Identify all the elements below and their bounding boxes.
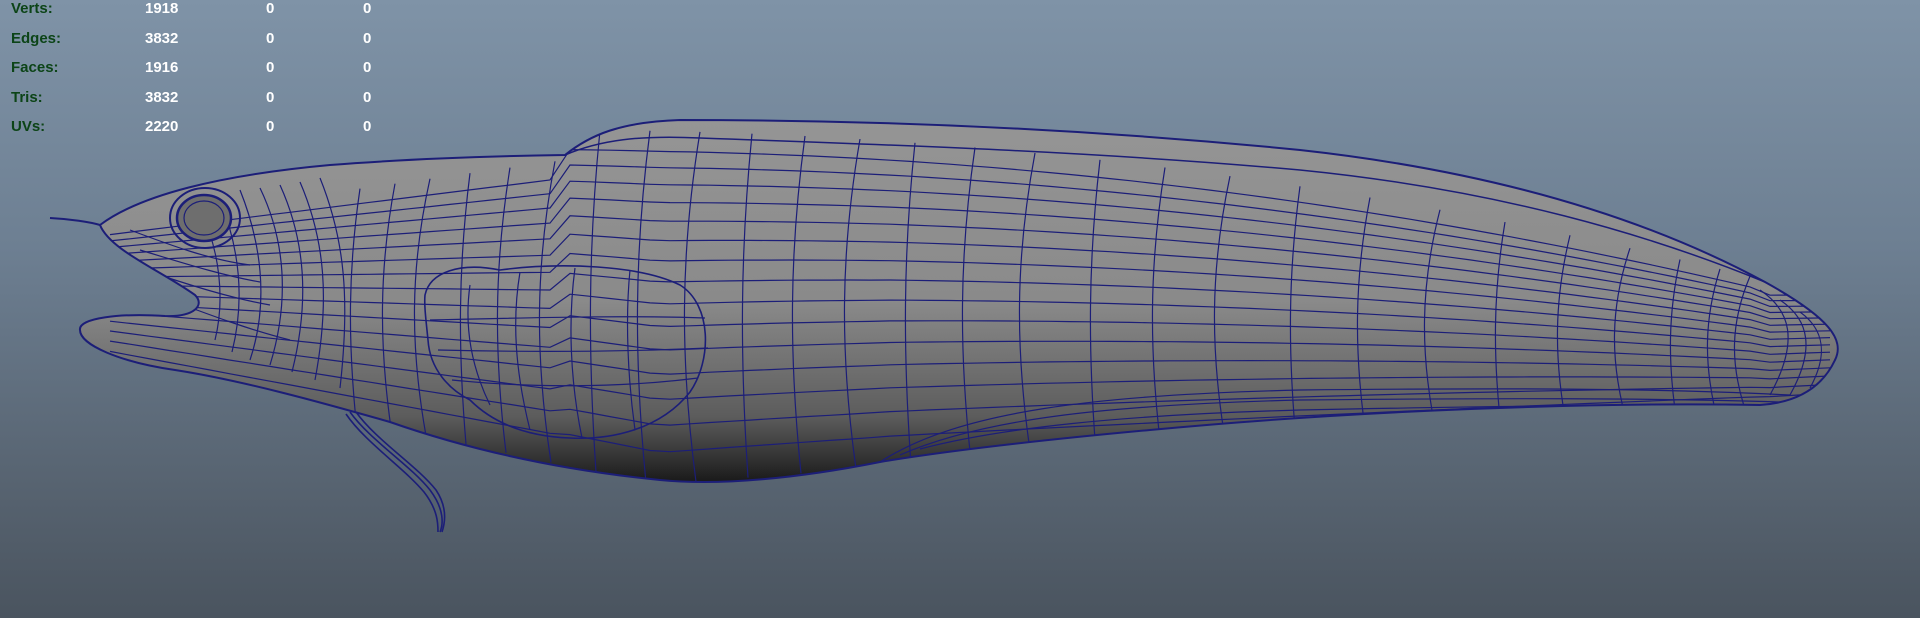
stat-value-object: 1918 [145, 0, 179, 17]
stat-row-faces: Faces: 1916 0 0 [11, 59, 431, 89]
stat-value-selection: 0 [266, 59, 275, 76]
stat-row-tris: Tris: 3832 0 0 [11, 89, 431, 119]
stat-label: Edges: [11, 29, 62, 47]
stat-value-selection-alt: 0 [363, 118, 372, 135]
stat-label: UVs: [11, 118, 46, 135]
stat-value-selection: 0 [266, 29, 275, 47]
stat-value-object: 1916 [145, 59, 179, 76]
stat-row-verts: Verts: 1918 0 0 [11, 0, 431, 30]
stat-row-edges: Edges: 3832 0 0 [11, 30, 431, 60]
stat-label: Verts: [11, 0, 53, 17]
stat-value-selection-alt: 0 [363, 59, 372, 76]
poly-count-hud: Verts: 1918 0 0 Edges: 3832 0 0 Faces: 1… [11, 0, 431, 148]
3d-viewport[interactable]: Verts: 1918 0 0 Edges: 3832 0 0 Faces: 1… [0, 0, 1920, 618]
stat-value-object: 3832 [145, 88, 179, 106]
nostril-barbel [49, 217, 101, 226]
stat-label: Faces: [11, 59, 59, 76]
stat-value-selection: 0 [266, 0, 275, 17]
stat-value-object: 3832 [145, 29, 179, 47]
stat-value-selection: 0 [266, 88, 275, 106]
eye [169, 187, 241, 249]
stat-label: Tris: [11, 88, 43, 106]
stat-value-selection-alt: 0 [363, 88, 372, 106]
stat-value-selection-alt: 0 [363, 29, 372, 47]
stat-row-uvs: UVs: 2220 0 0 [11, 118, 431, 148]
stat-value-selection: 0 [266, 118, 275, 135]
stat-value-object: 2220 [145, 118, 179, 135]
stat-value-selection-alt: 0 [363, 0, 372, 17]
